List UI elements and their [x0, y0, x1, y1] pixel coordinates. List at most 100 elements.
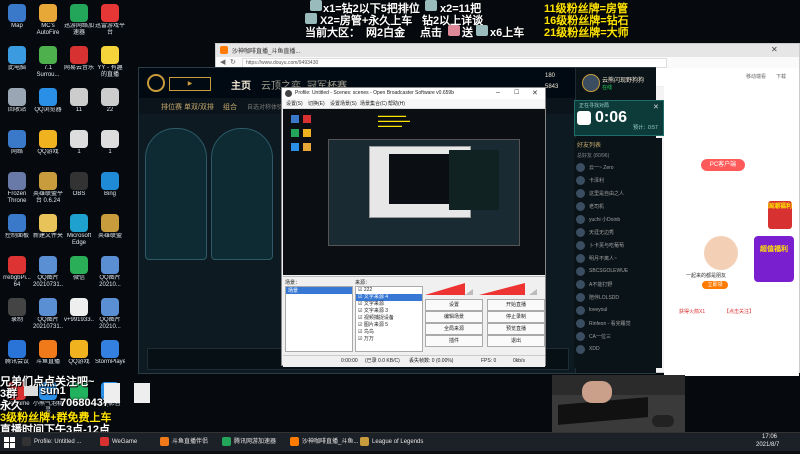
source-item[interactable]: ☑ 图片来源 5 — [356, 322, 422, 329]
mobile-view-button[interactable]: 移动端看 — [746, 73, 766, 80]
desktop-icon[interactable]: 录制 — [2, 298, 32, 331]
desktop-icon[interactable]: 英雄联盟平台 0.6.24 — [33, 172, 63, 205]
desktop-icon[interactable]: 网络 — [2, 130, 32, 163]
checkbox-icon[interactable]: ☑ — [358, 315, 362, 321]
desktop-icon[interactable]: 控制面板 — [2, 214, 32, 247]
source-item[interactable]: ☑ 222 — [356, 287, 422, 294]
menu-switch[interactable]: 切换(E) — [308, 100, 325, 107]
friend-item[interactable]: SBCSGOLEWUE — [576, 266, 660, 278]
desktop-icon[interactable]: 新建文件夹 — [33, 214, 63, 247]
taskbar-item[interactable]: 腾讯网游加速器 — [222, 435, 276, 449]
friend-item[interactable]: 老司机 — [576, 201, 660, 213]
queue-name[interactable]: 排位赛 单双/双排 — [161, 102, 214, 112]
friend-item[interactable]: 卜卡芙与吃葡萄 — [576, 240, 660, 252]
obs-button[interactable]: 预览直播 — [487, 323, 545, 335]
desktop-icon[interactable]: YY - 有趣的直播 — [95, 46, 125, 79]
player-avatar[interactable] — [582, 74, 600, 92]
friend-item[interactable]: loveyoul — [576, 305, 660, 317]
desktop-icon[interactable]: rrebgbPi... 64 — [2, 256, 32, 289]
desktop-icon[interactable]: 1 — [95, 130, 125, 163]
taskbar-item[interactable]: WeGame — [100, 435, 137, 449]
desktop-icon[interactable]: 1 — [64, 130, 94, 163]
menu-scene-settings[interactable]: 设置场景(S) — [330, 100, 357, 107]
desktop-icon[interactable]: 斗鱼直播 — [33, 340, 63, 373]
claim-button[interactable]: 立即领 — [702, 281, 728, 289]
friend-item[interactable]: 这里是自由之人 — [576, 188, 660, 200]
follow-link[interactable]: 【点击关注】 — [724, 308, 754, 315]
taskbar-item[interactable]: 沙神咖啡直播_斗鱼... — [290, 435, 358, 449]
desktop-icon[interactable]: 微信 — [64, 256, 94, 289]
desktop-icon[interactable]: 迅游网络加速器 — [64, 4, 94, 37]
desktop-icon[interactable]: 腾讯会议 — [2, 340, 32, 373]
friend-item[interactable]: A不能打野 — [576, 279, 660, 291]
desktop-icon[interactable]: 11 — [64, 88, 94, 121]
desktop-icon[interactable]: 网易云音乐 — [64, 46, 94, 79]
desktop-icon[interactable]: Map — [2, 4, 32, 37]
desktop-icon[interactable]: v+991933... — [64, 298, 94, 331]
value-promo-banner[interactable]: 超值福利 — [754, 236, 794, 282]
friend-item[interactable]: XDD — [576, 344, 660, 356]
desktop-icon[interactable]: QQ图片 20210731... — [33, 256, 63, 289]
browser-tab-title[interactable]: 沙神咖啡直播_斗鱼直播... — [232, 46, 300, 55]
close-icon[interactable]: ✕ — [532, 89, 538, 97]
desktop-icon[interactable]: 回收站 — [2, 88, 32, 121]
obs-button[interactable]: 全局来源 — [425, 323, 483, 335]
source-item[interactable]: ☑ 文字来源 3 — [356, 308, 422, 315]
friend-item[interactable]: CA一位三 — [576, 331, 660, 343]
obs-button[interactable]: 编辑场景 — [425, 311, 483, 323]
refresh-icon[interactable]: ↻ — [230, 58, 236, 66]
checkbox-icon[interactable]: ☑ — [358, 322, 362, 328]
promo-badge[interactable]: 国潮福利 — [768, 201, 792, 229]
file-icon[interactable] — [134, 383, 150, 403]
checkbox-icon[interactable]: ☑ — [358, 287, 362, 293]
friend-item[interactable]: 明月不离人~ — [576, 253, 660, 265]
nav-home[interactable]: 主页 — [231, 77, 251, 92]
download-button[interactable]: 下载 — [776, 73, 786, 80]
obs-button[interactable]: 设置 — [425, 299, 483, 311]
scene-item[interactable]: 场景 — [286, 287, 352, 294]
desktop-icon[interactable]: 英雄联盟 — [95, 214, 125, 247]
desktop-icon[interactable]: 7.1 Surrou... — [33, 46, 63, 79]
taskbar-item[interactable]: Profile: Untitled ... — [22, 435, 81, 449]
obs-button[interactable]: 停止录制 — [487, 311, 545, 323]
checkbox-icon[interactable]: ☑ — [358, 336, 362, 342]
taskbar-item[interactable]: League of Legends — [360, 435, 423, 449]
desktop-icon[interactable]: OBS — [64, 172, 94, 205]
taskbar-item[interactable]: 斗鱼直播伴侣 — [160, 435, 208, 449]
friend-item[interactable]: 陪伴LOLSDD — [576, 292, 660, 304]
menu-help[interactable]: 帮助(H) — [388, 100, 405, 107]
desktop-icon[interactable]: 迅雷游戏平台 — [95, 4, 125, 37]
desktop-icon[interactable]: QQ图片 20210... — [95, 256, 125, 289]
checkbox-icon[interactable]: ☑ — [358, 294, 362, 300]
start-icon[interactable] — [4, 436, 16, 448]
desktop-icon[interactable]: 此电脑 — [2, 46, 32, 79]
desktop-volume-meter[interactable] — [479, 283, 543, 295]
close-icon[interactable]: ✕ — [771, 45, 778, 54]
file-icon[interactable] — [104, 383, 120, 403]
desktop-icon[interactable]: Bing — [95, 172, 125, 205]
play-button[interactable]: ▶ — [169, 77, 211, 91]
obs-button[interactable]: 插件 — [425, 335, 483, 347]
checkbox-icon[interactable]: ☑ — [358, 329, 362, 335]
desktop-icon[interactable]: QQ图片 20210731... — [33, 298, 63, 331]
source-item[interactable]: ☑ 视频捕捉设备 — [356, 315, 422, 322]
menu-settings[interactable]: 设置(S) — [286, 100, 303, 107]
friend-item[interactable]: Rinfeon - 看完睡觉 — [576, 318, 660, 330]
friend-item[interactable]: 天涯无边秀 — [576, 227, 660, 239]
obs-button[interactable]: 退出 — [487, 335, 545, 347]
source-item[interactable]: ☑ 文字来源 — [356, 301, 422, 308]
back-icon[interactable]: ◀ — [220, 58, 225, 66]
mode-tab[interactable]: 自选对称体验 — [247, 102, 283, 111]
party-tab[interactable]: 组合 — [223, 102, 237, 112]
minimize-icon[interactable]: – — [496, 89, 500, 96]
friend-item[interactable]: 云一~ Zero — [576, 162, 660, 174]
desktop-icon[interactable]: QQ浏览器 — [33, 88, 63, 121]
maximize-icon[interactable]: ☐ — [514, 89, 519, 96]
friend-item[interactable]: yuchi 小Doinb — [576, 214, 660, 226]
desktop-icon[interactable]: 22 — [95, 88, 125, 121]
close-queue-icon[interactable]: ✕ — [653, 103, 659, 111]
checkbox-icon[interactable]: ☑ — [358, 301, 362, 307]
checkbox-icon[interactable]: ☑ — [358, 308, 362, 314]
source-item[interactable]: ☑ 文字来源 4 — [356, 294, 422, 301]
desktop-icon[interactable]: Microsoft Edge — [64, 214, 94, 247]
